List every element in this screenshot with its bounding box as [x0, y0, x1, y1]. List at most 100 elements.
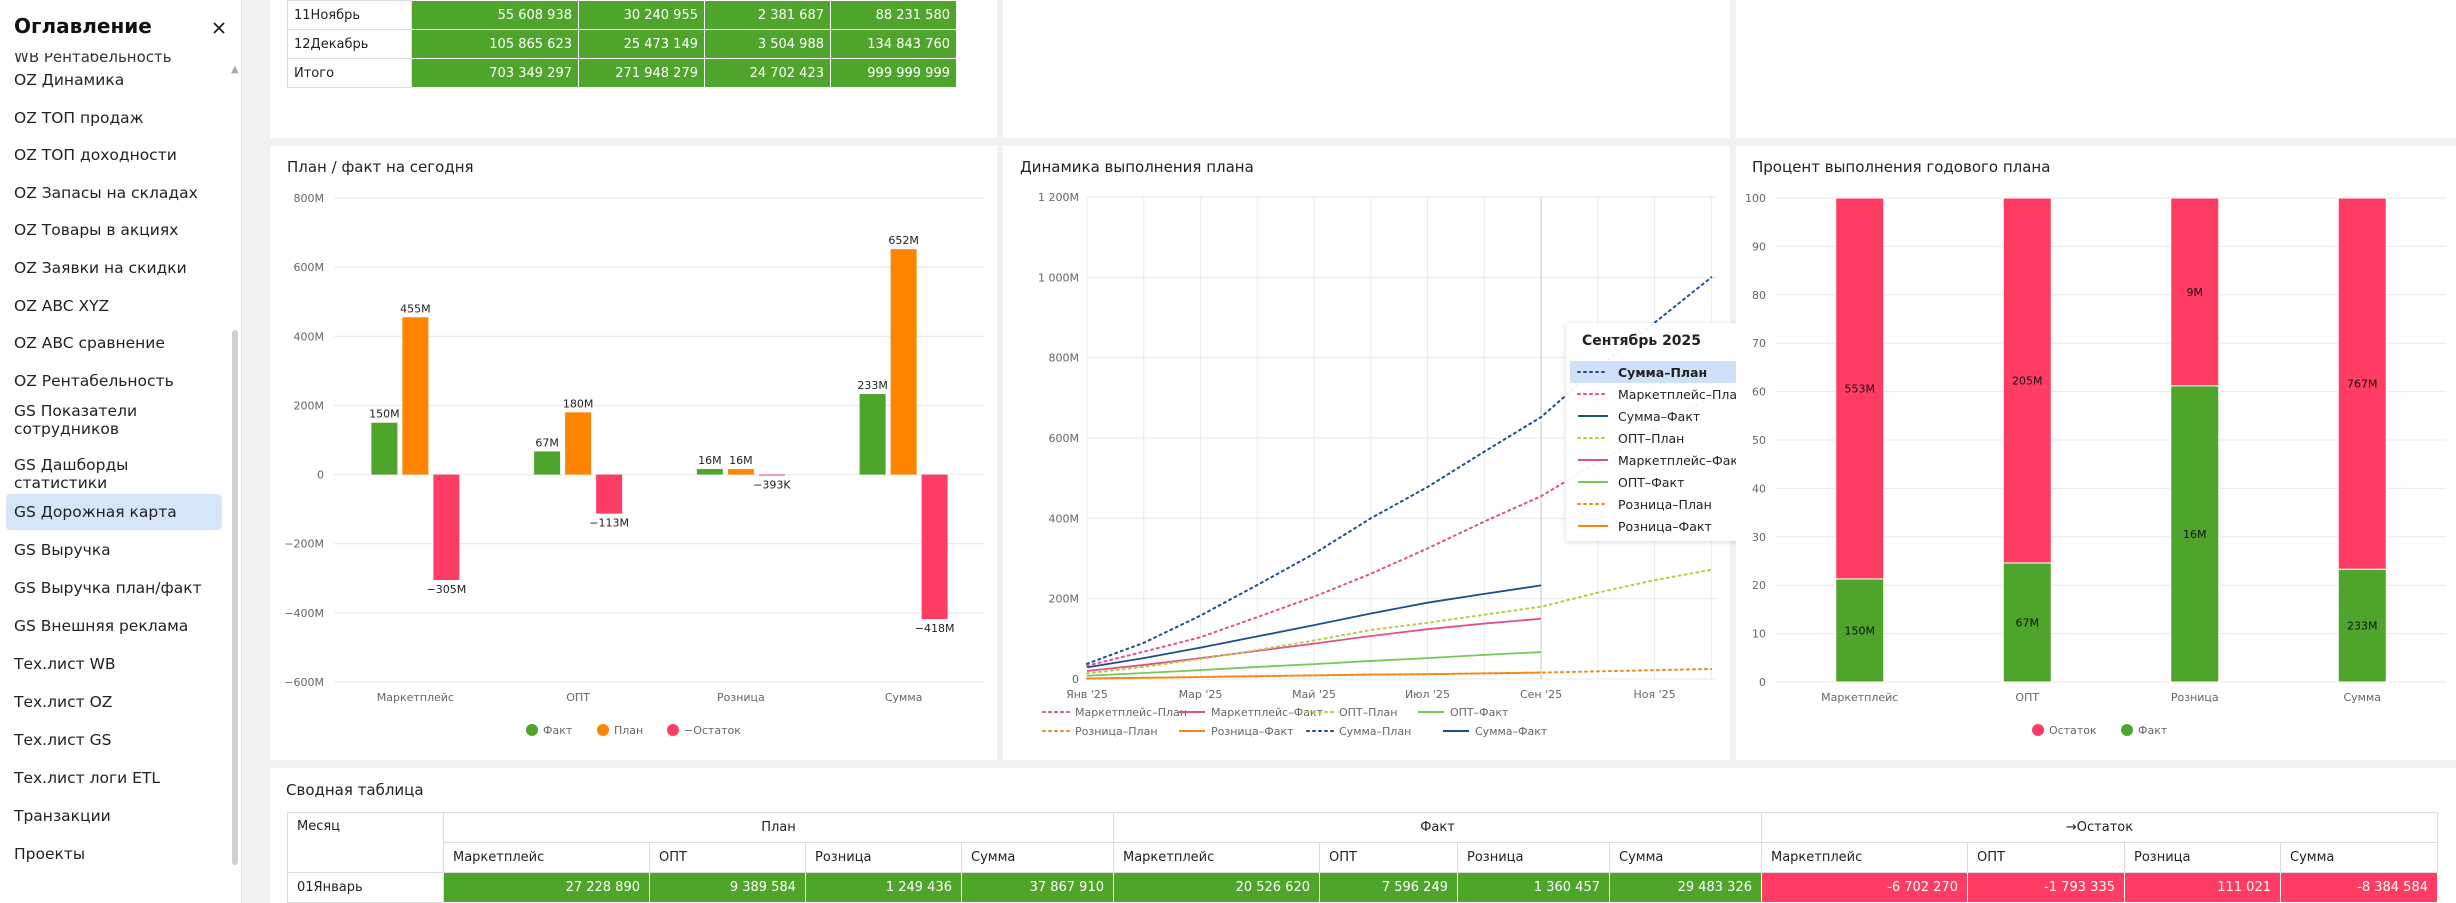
sidebar-item[interactable]: OZ Рентабельность — [6, 364, 222, 398]
y-tick-label: 40 — [1752, 482, 1766, 495]
y-tick-label: 20 — [1752, 579, 1766, 592]
table-cell: 20 526 620 — [1113, 872, 1320, 903]
bar — [727, 469, 754, 475]
tooltip-swatch — [1577, 393, 1609, 395]
tooltip-series-name: Розница–Факт — [1618, 518, 1712, 534]
x-tick-label: Маркетплейс — [377, 691, 454, 704]
sidebar-item[interactable]: OZ Запасы на складах — [6, 176, 222, 210]
close-icon[interactable] — [211, 20, 227, 36]
legend-marker — [2032, 724, 2044, 736]
legend-label: Сумма–Факт — [1475, 725, 1548, 738]
tooltip-series-name: Маркетплейс–План — [1618, 386, 1746, 402]
data-label: 150M — [369, 408, 400, 421]
tooltip-swatch — [1577, 371, 1609, 373]
sidebar-item[interactable]: Транзакции — [6, 799, 222, 833]
data-label: 16M — [2183, 528, 2207, 541]
sidebar-item[interactable]: Тех.лист GS — [6, 723, 222, 757]
bar — [696, 469, 723, 475]
pivot-title: Сводная таблица — [286, 781, 424, 799]
sidebar-item[interactable]: OZ ABC сравнение — [6, 326, 222, 360]
legend-label: Факт — [543, 724, 573, 737]
pivot-group-header: →Остаток — [1761, 812, 2438, 843]
sidebar-item[interactable]: GS Выручка — [6, 533, 222, 567]
chart-plan-fact: 800M 600M 400M 200M 0 −200M −400M −600M Маркетпл… — [284, 192, 985, 737]
table-row: 12Декабрь 105 865 623 25 473 149 3 504 988 1… — [287, 29, 957, 59]
tooltip-swatch — [1578, 481, 1608, 483]
y-tick-label: 600M — [1049, 432, 1080, 445]
y-tick-label: 600M — [294, 261, 325, 274]
data-label: 16M — [729, 454, 753, 467]
y-tick-label: 90 — [1752, 240, 1766, 253]
sidebar-item[interactable]: GS Выручка план/факт — [6, 571, 222, 605]
legend-label: Сумма–План — [1339, 725, 1411, 738]
data-label: −393K — [753, 479, 791, 492]
table-cell: 134 843 760 — [830, 29, 957, 59]
bar — [890, 249, 917, 475]
table-row: 01Январь 27 228 890 9 389 584 1 249 436 37 8… — [287, 872, 2438, 903]
x-tick-label: ОПТ — [2015, 691, 2039, 704]
y-tick-label: 400M — [1049, 512, 1080, 525]
sidebar-title: Оглавление — [14, 14, 152, 38]
y-tick-label: 0 — [317, 469, 324, 482]
sidebar-item[interactable]: OZ ТОП доходности — [6, 138, 222, 172]
table-cell-month: Итого — [287, 58, 412, 88]
pivot-subheader: ОПТ — [649, 842, 806, 873]
legend-label: План — [614, 724, 643, 737]
x-tick-label: Май '25 — [1292, 688, 1336, 701]
tooltip-series-name: ОПТ–План — [1618, 430, 1685, 446]
table-cell: -1 793 335 — [1967, 872, 2125, 903]
x-tick-label: Янв '25 — [1066, 688, 1108, 701]
sidebar-item[interactable]: Проекты — [6, 837, 222, 871]
table-cell: 999 999 999 — [830, 58, 957, 88]
table-cell: 105 865 623 — [411, 29, 579, 59]
y-tick-label: −400M — [284, 607, 324, 620]
table-cell: 3 504 988 — [704, 29, 831, 59]
data-label: 16M — [698, 454, 722, 467]
legend-marker — [2121, 724, 2133, 736]
x-tick-label: Ноя '25 — [1633, 688, 1675, 701]
y-tick-label: 100 — [1745, 192, 1766, 205]
data-label: −113M — [589, 517, 629, 530]
pivot-subheader: Маркетплейс — [1113, 842, 1320, 873]
sidebar-item[interactable]: OZ Заявки на скидки — [6, 251, 222, 285]
data-label: 67M — [535, 436, 559, 449]
x-tick-label: Июл '25 — [1405, 688, 1450, 701]
sidebar-item[interactable]: Тех.лист WB — [6, 647, 222, 681]
data-label: 150M — [1845, 624, 1876, 637]
sidebar-item[interactable]: GS Внешняя реклама — [6, 609, 222, 643]
y-tick-label: 800M — [294, 192, 325, 205]
y-tick-label: 0 — [1072, 673, 1079, 686]
sidebar-item[interactable]: Тех.лист логи ETL — [6, 761, 222, 795]
pivot-subheader: ОПТ — [1319, 842, 1458, 873]
sidebar-item[interactable]: OZ Товары в акциях — [6, 213, 222, 247]
bar — [596, 474, 623, 514]
tooltip-series-name: Сумма–Факт — [1618, 408, 1701, 424]
sidebar-item[interactable]: OZ Динамика — [6, 63, 222, 97]
y-tick-label: 1 000M — [1038, 271, 1079, 284]
sidebar-item[interactable]: Тех.лист OZ — [6, 685, 222, 719]
bar — [371, 422, 398, 475]
table-cell: 9 389 584 — [649, 872, 806, 903]
pivot-subheader: Розница — [805, 842, 962, 873]
scroll-up-icon[interactable]: ▲ — [231, 64, 239, 75]
sidebar-item[interactable]: OZ ТОП продаж — [6, 101, 222, 135]
data-label: −305M — [427, 583, 467, 596]
data-label: 455M — [400, 302, 431, 315]
sidebar-item[interactable]: GS Дорожная карта — [6, 494, 222, 530]
data-label: 233M — [2347, 620, 2378, 633]
legend-label: Факт — [2138, 724, 2168, 737]
y-tick-label: −200M — [284, 538, 324, 551]
sidebar-item[interactable]: GS Показатели сотрудников — [6, 395, 222, 445]
sidebar-scrollbar[interactable] — [232, 330, 238, 865]
table-cell-month: 01Январь — [287, 872, 444, 903]
table-cell: 37 867 910 — [961, 872, 1114, 903]
sidebar-item[interactable]: OZ ABC XYZ — [6, 289, 222, 323]
table-cell: 27 228 890 — [443, 872, 650, 903]
legend-label: Розница–Факт — [1211, 725, 1294, 738]
legend-label: ОПТ–Факт — [1450, 706, 1509, 719]
table-cell: 111 021 — [2124, 872, 2281, 903]
table-cell: 29 483 326 — [1609, 872, 1762, 903]
table-cell: 703 349 297 — [411, 58, 579, 88]
pivot-subheader: Розница — [2124, 842, 2281, 873]
sidebar-item[interactable]: GS Дашборды статистики — [6, 456, 222, 492]
